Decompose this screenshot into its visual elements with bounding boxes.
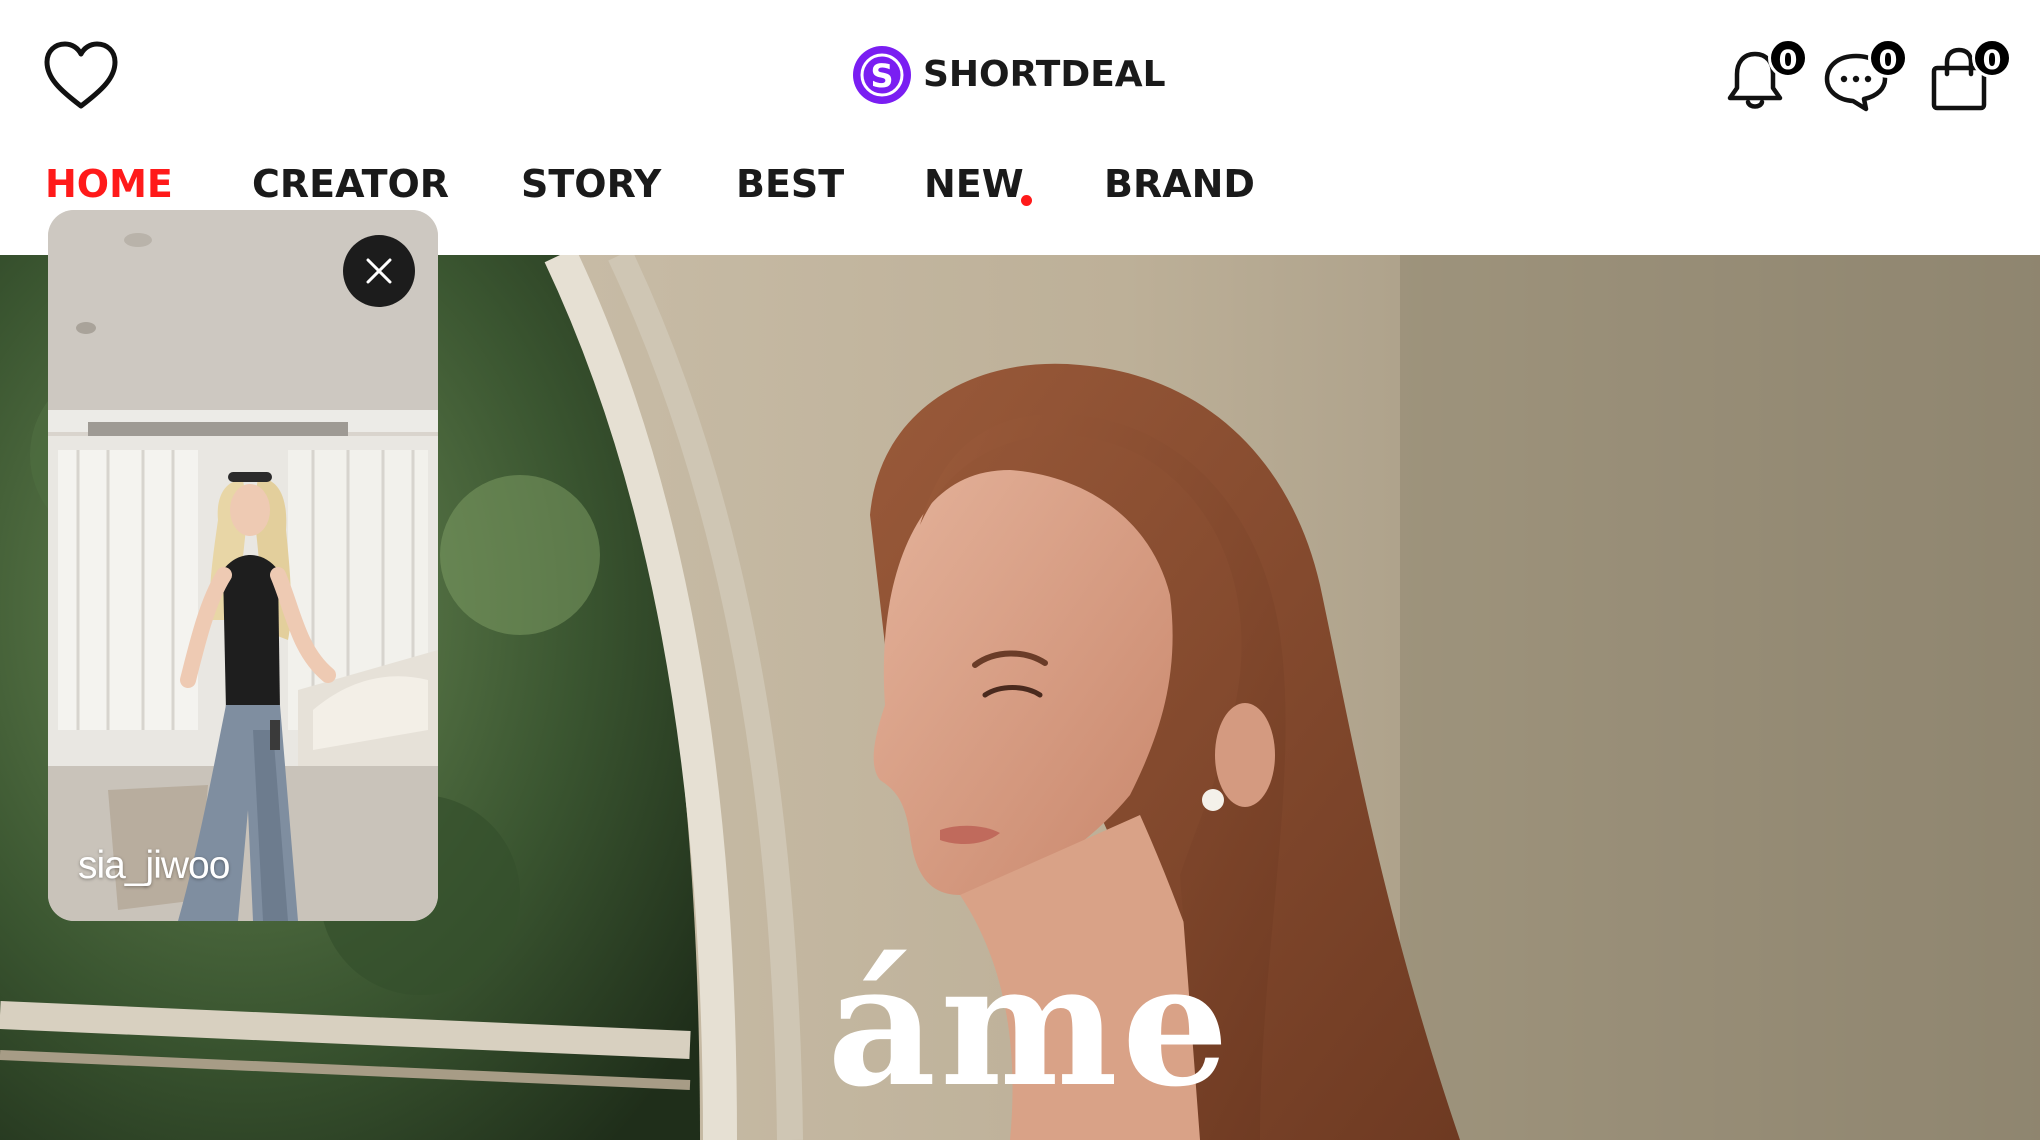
cart-badge: 0 xyxy=(1972,38,2012,78)
video-frame xyxy=(48,210,438,921)
logo-text: SHORTDEAL xyxy=(923,54,1166,95)
wishlist-button[interactable] xyxy=(42,40,120,112)
close-video-button[interactable] xyxy=(343,235,415,307)
hero-brand-name: áme xyxy=(827,926,1233,1124)
heart-icon xyxy=(44,41,118,109)
tab-new[interactable]: NEW xyxy=(924,148,1024,220)
close-icon xyxy=(366,258,392,284)
site-logo[interactable]: S SHORTDEAL xyxy=(853,46,1166,104)
notifications-badge: 0 xyxy=(1768,38,1808,78)
logo-mark-letter: S xyxy=(870,57,893,95)
creator-username: sia_jiwoo xyxy=(78,844,230,887)
logo-mark-icon: S xyxy=(853,46,911,104)
new-indicator-dot xyxy=(1021,195,1032,206)
floating-video-player[interactable]: sia_jiwoo xyxy=(48,210,438,921)
tab-brand[interactable]: BRAND xyxy=(1104,148,1255,220)
messages-badge: 0 xyxy=(1868,38,1908,78)
tab-best[interactable]: BEST xyxy=(736,148,844,220)
notifications-button[interactable]: 0 xyxy=(1722,38,1808,114)
tab-story[interactable]: STORY xyxy=(521,148,661,220)
messages-button[interactable]: 0 xyxy=(1822,38,1908,114)
cart-button[interactable]: 0 xyxy=(1926,38,2012,114)
